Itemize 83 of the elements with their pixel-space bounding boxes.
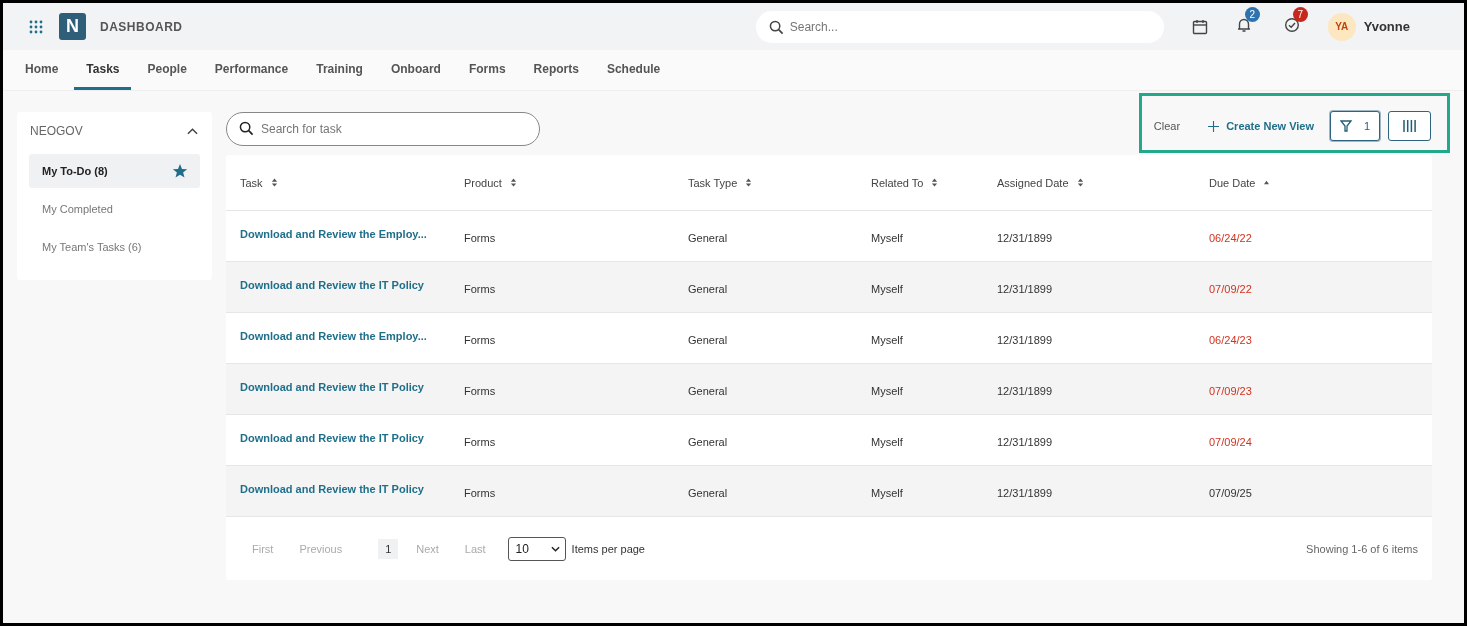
table-cell: General — [688, 283, 728, 295]
page-size-label: Items per page — [571, 542, 645, 555]
calendar-icon[interactable] — [1191, 18, 1208, 35]
items-summary: Showing 1-6 of 6 items — [1306, 542, 1418, 555]
nav-tab[interactable]: Home — [13, 50, 71, 90]
table-cell: Forms — [464, 334, 496, 346]
user-avatar[interactable]: YA — [1327, 12, 1356, 41]
columns-button[interactable] — [1388, 111, 1431, 141]
table-cell: General — [688, 436, 728, 448]
task-link[interactable]: Download and Review the Employ... — [240, 227, 427, 240]
table-cell: Forms — [464, 436, 496, 448]
logo: N — [59, 13, 86, 40]
nav-tab[interactable]: Training — [304, 50, 375, 90]
bell-icon[interactable] — [1235, 16, 1252, 33]
task-link[interactable]: Download and Review the IT Policy — [240, 278, 424, 291]
due-date: 07/09/24 — [1209, 436, 1252, 448]
table-cell: 12/31/1899 — [997, 487, 1053, 499]
table-cell: 12/31/1899 — [997, 436, 1053, 448]
create-view-link[interactable]: Create New View — [1208, 120, 1314, 132]
table-cell: Myself — [871, 385, 903, 397]
table-cell: 12/31/1899 — [997, 232, 1053, 244]
task-link[interactable]: Download and Review the IT Policy — [240, 482, 424, 495]
nav-tab[interactable]: Reports — [521, 50, 591, 90]
column-header[interactable]: Task — [226, 155, 450, 210]
task-search-field[interactable]: Search for task — [226, 112, 540, 146]
column-header[interactable]: Product — [450, 155, 674, 210]
table-cell: Myself — [871, 487, 903, 499]
nav-tab[interactable]: Onboard — [378, 50, 453, 90]
due-date: 07/09/22 — [1209, 283, 1252, 295]
nav-tab[interactable]: Performance — [202, 50, 301, 90]
table-cell: General — [688, 334, 728, 346]
filter-button[interactable]: 1 — [1330, 111, 1380, 141]
table-cell: Forms — [464, 232, 496, 244]
column-header[interactable]: Assigned Date — [983, 155, 1195, 210]
chevron-icon[interactable] — [187, 127, 198, 135]
table-cell: Myself — [871, 232, 903, 244]
task-link[interactable]: Download and Review the Employ... — [240, 329, 427, 342]
app-grid-icon[interactable] — [29, 19, 43, 34]
table-cell: Forms — [464, 487, 496, 499]
star-icon[interactable] — [172, 163, 188, 179]
table-cell: General — [688, 385, 728, 397]
user-name[interactable]: Yvonne — [1363, 19, 1410, 34]
due-date: 06/24/23 — [1209, 334, 1252, 346]
sidebar-item[interactable]: My Completed — [29, 192, 200, 226]
caret-icon — [550, 545, 560, 552]
nav-tab[interactable]: Tasks — [74, 50, 132, 90]
task-link[interactable]: Download and Review the IT Policy — [240, 380, 424, 393]
table-cell: Myself — [871, 436, 903, 448]
table-cell: General — [688, 232, 728, 244]
filter-icon — [1339, 120, 1352, 132]
nav-tab[interactable]: People — [135, 50, 199, 90]
task-link[interactable]: Download and Review the IT Policy — [240, 431, 424, 444]
check-circle-icon[interactable] — [1283, 16, 1300, 33]
sidebar-title: NEOGOV — [30, 124, 83, 138]
table-cell: General — [688, 487, 728, 499]
due-date: 07/09/25 — [1209, 487, 1252, 499]
column-header[interactable]: Due Date — [1195, 155, 1432, 210]
table-cell: Myself — [871, 283, 903, 295]
nav-tab[interactable]: Schedule — [594, 50, 673, 90]
notification-badge: 2 — [1244, 6, 1260, 22]
search-field[interactable]: Search... — [755, 10, 1164, 43]
nav-tab[interactable]: Forms — [456, 50, 518, 90]
page-size-dropdown[interactable]: 10 — [507, 536, 566, 561]
app-title: DASHBOARD — [100, 19, 183, 34]
page-number[interactable]: 1 — [378, 538, 399, 559]
column-header[interactable]: Related To — [857, 155, 983, 210]
sidebar-item[interactable]: My To-Do (8) — [29, 154, 200, 188]
search-icon — [768, 19, 784, 35]
plus-icon — [1208, 120, 1220, 132]
search-icon — [239, 121, 254, 136]
due-date: 07/09/23 — [1209, 385, 1252, 397]
column-header[interactable]: Task Type — [674, 155, 857, 210]
task-badge: 7 — [1292, 6, 1308, 22]
table-cell: 12/31/1899 — [997, 283, 1053, 295]
table-cell: 12/31/1899 — [997, 385, 1053, 397]
columns-icon — [1402, 119, 1417, 133]
clear-link[interactable]: Clear — [1153, 120, 1181, 132]
sidebar-item[interactable]: My Team's Tasks (6) — [29, 230, 200, 264]
table-cell: Forms — [464, 283, 496, 295]
due-date: 06/24/22 — [1209, 232, 1252, 244]
table-cell: Forms — [464, 385, 496, 397]
table-cell: 12/31/1899 — [997, 334, 1053, 346]
table-cell: Myself — [871, 334, 903, 346]
